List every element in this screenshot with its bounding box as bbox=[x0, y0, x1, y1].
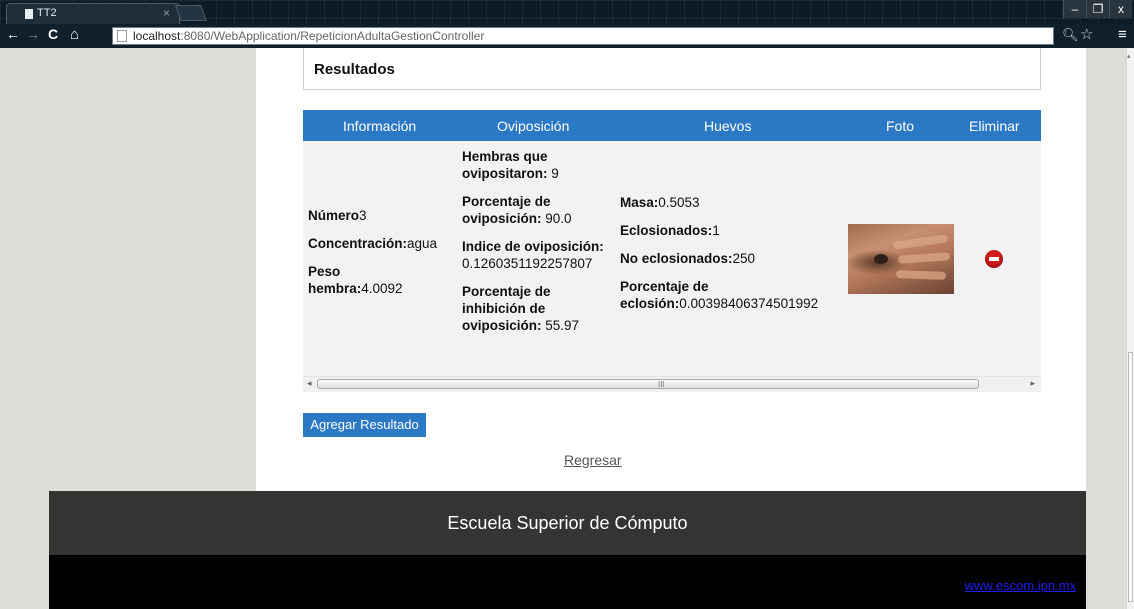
address-bar[interactable]: localhost:8080/WebApplication/Repeticion… bbox=[112, 27, 1054, 45]
back-link[interactable]: Regresar bbox=[564, 452, 622, 468]
footer-link-bar: www.escom.ipn.mx bbox=[49, 555, 1086, 609]
header-informacion: Información bbox=[343, 118, 417, 134]
numero-value: 3 bbox=[359, 208, 367, 223]
masa-value: 0.5053 bbox=[658, 195, 700, 210]
inhibicion-label: Porcentaje de inhibición de oviposición: bbox=[462, 284, 551, 333]
section-title: Resultados bbox=[314, 61, 395, 78]
header-foto: Foto bbox=[886, 118, 915, 134]
minimize-button[interactable]: – bbox=[1063, 0, 1086, 18]
url-path: :8080/WebApplication/RepeticionAdultaGes… bbox=[180, 29, 485, 43]
magnifier-icon[interactable]: 🔍︎ bbox=[1062, 27, 1079, 43]
hembras-value: 9 bbox=[551, 166, 559, 181]
results-table: Información Oviposición Huevos Foto Elim… bbox=[303, 110, 1041, 392]
concentracion-value: agua bbox=[407, 236, 438, 251]
home-icon[interactable]: ⌂ bbox=[70, 26, 79, 43]
eclosionados-label: Eclosionados: bbox=[620, 223, 713, 238]
photo-detail bbox=[892, 234, 949, 250]
footer-school-bar: Escuela Superior de Cómputo bbox=[49, 491, 1086, 555]
page-favicon-icon bbox=[25, 9, 33, 19]
porcentaje-oviposicion-label: Porcentaje de oviposición: bbox=[462, 194, 551, 226]
reload-icon[interactable]: C bbox=[48, 26, 58, 42]
delete-icon[interactable] bbox=[985, 250, 1003, 268]
photo-detail bbox=[897, 252, 951, 264]
menu-icon[interactable]: ≡ bbox=[1118, 26, 1127, 43]
footer-link[interactable]: www.escom.ipn.mx bbox=[965, 578, 1076, 593]
page-viewport: Resultados Información Oviposición Huevo… bbox=[0, 48, 1126, 609]
header-oviposicion: Oviposición bbox=[497, 118, 570, 134]
forward-icon[interactable]: → bbox=[26, 26, 40, 42]
porcentaje-oviposicion-value: 90.0 bbox=[545, 211, 572, 226]
header-huevos: Huevos bbox=[704, 118, 752, 134]
tab-title: TT2 bbox=[37, 7, 57, 19]
peso-label: Peso hembra: bbox=[308, 264, 362, 296]
inhibicion-value: 55.97 bbox=[545, 318, 580, 333]
numero-label: Número bbox=[308, 208, 360, 223]
result-photo[interactable] bbox=[848, 224, 954, 294]
porcentaje-eclosion-value: 0.00398406374501992 bbox=[679, 296, 819, 311]
scroll-left-arrow-icon[interactable]: ◂ bbox=[307, 378, 312, 389]
scrollbar-grip: III bbox=[658, 380, 665, 389]
concentracion-label: Concentración: bbox=[308, 236, 408, 251]
indice-label: Indice de oviposición: bbox=[462, 239, 604, 254]
photo-detail bbox=[895, 270, 947, 280]
scrollbar-thumb[interactable]: III bbox=[317, 379, 979, 389]
page-scrollbar-thumb[interactable] bbox=[1128, 352, 1133, 602]
table-horizontal-scrollbar[interactable]: ◂ III ▸ bbox=[303, 376, 1041, 392]
cell-oviposicion: Hembras que ovipositaron: 9 Porcentaje d… bbox=[462, 148, 614, 345]
cell-huevos: Masa:0.5053 Eclosionados:1 No eclosionad… bbox=[620, 194, 844, 323]
masa-label: Masa: bbox=[620, 195, 659, 210]
close-window-button[interactable]: x bbox=[1109, 0, 1132, 18]
new-tab-button[interactable] bbox=[175, 5, 207, 21]
footer-school-name: Escuela Superior de Cómputo bbox=[447, 513, 688, 533]
browser-tab[interactable]: TT2 × bbox=[6, 3, 180, 24]
no-eclosionados-value: 250 bbox=[732, 251, 756, 266]
page-icon bbox=[117, 30, 127, 42]
add-result-button[interactable]: Agregar Resultado bbox=[303, 413, 426, 437]
cell-informacion: Número3 Concentración:agua Peso hembra:4… bbox=[308, 207, 458, 308]
hembras-label: Hembras que ovipositaron: bbox=[462, 149, 548, 181]
page-vertical-scrollbar[interactable]: ▴ bbox=[1126, 48, 1134, 609]
table-header: Información Oviposición Huevos Foto Elim… bbox=[303, 110, 1041, 141]
restore-button[interactable]: ❐ bbox=[1086, 0, 1109, 18]
browser-toolbar: ← → C ⌂ localhost:8080/WebApplication/Re… bbox=[0, 24, 1134, 48]
peso-value: 4.0092 bbox=[361, 281, 403, 296]
indice-value: 0.1260351192257807 bbox=[462, 256, 593, 271]
header-eliminar: Eliminar bbox=[969, 118, 1020, 134]
eclosionados-value: 1 bbox=[712, 223, 720, 238]
scroll-up-arrow-icon[interactable]: ▴ bbox=[1127, 52, 1131, 60]
results-panel: Resultados bbox=[303, 48, 1041, 90]
url-host: localhost bbox=[133, 29, 181, 43]
photo-detail bbox=[874, 254, 888, 264]
window-controls: – ❐ x bbox=[1063, 0, 1132, 18]
main-content: Resultados Información Oviposición Huevo… bbox=[256, 48, 1086, 491]
url-text: localhost:8080/WebApplication/Repeticion… bbox=[133, 28, 484, 44]
browser-titlebar: TT2 × – ❐ x bbox=[0, 0, 1134, 24]
scroll-right-arrow-icon[interactable]: ▸ bbox=[1030, 378, 1035, 389]
star-icon[interactable]: ☆ bbox=[1080, 25, 1093, 43]
back-icon[interactable]: ← bbox=[6, 26, 20, 42]
tab-close-icon[interactable]: × bbox=[163, 6, 170, 20]
no-eclosionados-label: No eclosionados: bbox=[620, 251, 733, 266]
